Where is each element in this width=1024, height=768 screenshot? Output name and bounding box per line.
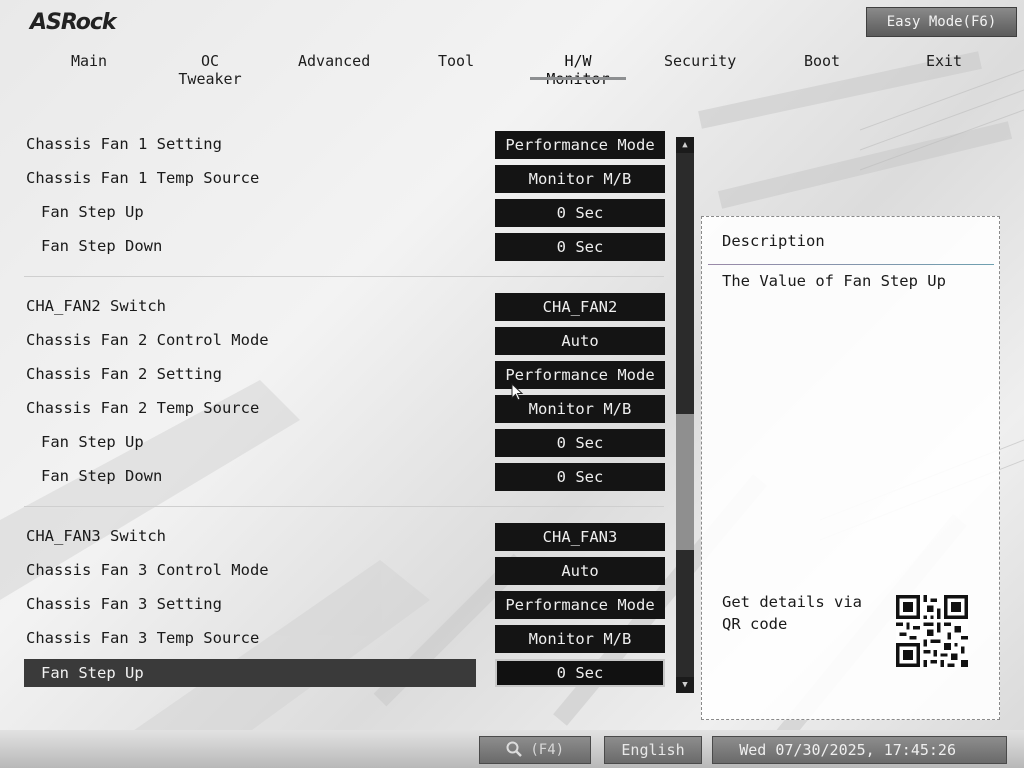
scroll-up-arrow-icon[interactable]: ▲ [676, 137, 694, 153]
setting-label-fan2-step-up[interactable]: Fan Step Up [41, 428, 144, 456]
search-shortcut-label: (F4) [530, 742, 565, 758]
tab-advanced[interactable]: Advanced [298, 52, 370, 70]
setting-value-chassis-fan1-temp-source[interactable]: Monitor M/B [495, 165, 665, 193]
setting-label-chassis-fan3-temp-source[interactable]: Chassis Fan 3 Temp Source [26, 624, 259, 652]
section-divider [24, 276, 664, 277]
setting-label-chassis-fan2-setting[interactable]: Chassis Fan 2 Setting [26, 360, 222, 388]
asrock-logo: ASRock [30, 10, 117, 35]
datetime-text: Wed 07/30/2025, 17:45:26 [739, 741, 956, 759]
setting-value-cha-fan2-switch[interactable]: CHA_FAN2 [495, 293, 665, 321]
active-tab-indicator [530, 77, 626, 80]
setting-label-chassis-fan1-temp-source[interactable]: Chassis Fan 1 Temp Source [26, 164, 259, 192]
description-text: The Value of Fan Step Up [722, 272, 946, 290]
qr-details-text: Get details via QR code [722, 593, 862, 633]
setting-label-fan1-step-up[interactable]: Fan Step Up [41, 198, 144, 226]
scrollbar-thumb[interactable] [676, 414, 694, 550]
setting-value-chassis-fan2-control-mode[interactable]: Auto [495, 327, 665, 355]
setting-label-chassis-fan2-temp-source[interactable]: Chassis Fan 2 Temp Source [26, 394, 259, 422]
setting-value-chassis-fan1-setting[interactable]: Performance Mode [495, 131, 665, 159]
setting-value-fan2-step-down[interactable]: 0 Sec [495, 463, 665, 491]
description-divider [708, 264, 994, 265]
setting-label-chassis-fan1-setting[interactable]: Chassis Fan 1 Setting [26, 130, 222, 158]
tab-main[interactable]: Main [70, 52, 108, 70]
setting-value-chassis-fan3-setting[interactable]: Performance Mode [495, 591, 665, 619]
search-icon [506, 741, 522, 757]
tab-boot[interactable]: Boot [803, 52, 841, 70]
description-panel: Description The Value of Fan Step Up Get… [701, 216, 1000, 720]
setting-label-cha-fan3-switch[interactable]: CHA_FAN3 Switch [26, 522, 166, 550]
tab-security[interactable]: Security [664, 52, 736, 70]
tab-hw-monitor[interactable]: H/W Monitor [530, 52, 626, 88]
section-divider [24, 506, 664, 507]
setting-label-chassis-fan3-control-mode[interactable]: Chassis Fan 3 Control Mode [26, 556, 269, 584]
setting-label-fan1-step-down[interactable]: Fan Step Down [41, 232, 162, 260]
datetime-display: Wed 07/30/2025, 17:45:26 [712, 736, 1007, 764]
tab-tool[interactable]: Tool [438, 52, 474, 70]
setting-value-fan3-step-up[interactable]: 0 Sec [495, 659, 665, 687]
top-navigation: Main OC Tweaker Advanced Tool H/W Monito… [0, 52, 1024, 88]
tab-oc-tweaker[interactable]: OC Tweaker [166, 52, 254, 88]
setting-value-chassis-fan3-temp-source[interactable]: Monitor M/B [495, 625, 665, 653]
tab-exit[interactable]: Exit [925, 52, 963, 70]
setting-value-fan1-step-down[interactable]: 0 Sec [495, 233, 665, 261]
scroll-down-arrow-icon[interactable]: ▼ [676, 677, 694, 693]
mouse-cursor-icon [511, 383, 524, 401]
setting-value-cha-fan3-switch[interactable]: CHA_FAN3 [495, 523, 665, 551]
qr-code-icon[interactable] [896, 595, 968, 667]
setting-label-cha-fan2-switch[interactable]: CHA_FAN2 Switch [26, 292, 166, 320]
setting-value-fan2-step-up[interactable]: 0 Sec [495, 429, 665, 457]
setting-label-fan3-step-up[interactable]: Fan Step Up [41, 659, 144, 687]
setting-value-fan1-step-up[interactable]: 0 Sec [495, 199, 665, 227]
language-button[interactable]: English [604, 736, 702, 764]
setting-label-chassis-fan3-setting[interactable]: Chassis Fan 3 Setting [26, 590, 222, 618]
setting-label-chassis-fan2-control-mode[interactable]: Chassis Fan 2 Control Mode [26, 326, 269, 354]
search-button[interactable]: (F4) [479, 736, 591, 764]
setting-label-fan2-step-down[interactable]: Fan Step Down [41, 462, 162, 490]
description-title: Description [722, 232, 825, 250]
easy-mode-button[interactable]: Easy Mode(F6) [866, 7, 1017, 37]
setting-value-chassis-fan3-control-mode[interactable]: Auto [495, 557, 665, 585]
